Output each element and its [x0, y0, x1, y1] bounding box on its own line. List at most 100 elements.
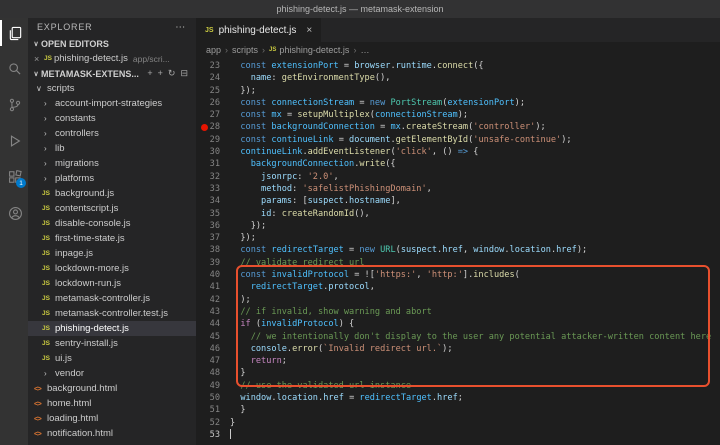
line-number[interactable]: 45	[196, 331, 230, 343]
more-actions-icon[interactable]: ⋯	[175, 22, 186, 33]
line-number[interactable]: 47	[196, 355, 230, 367]
code-line[interactable]: 41 redirectTarget.protocol,	[196, 281, 720, 293]
line-number[interactable]: 44	[196, 318, 230, 330]
tree-item-migrations[interactable]: ›migrations	[28, 156, 196, 171]
code-line[interactable]: 35 id: createRandomId(),	[196, 208, 720, 220]
line-number[interactable]: 41	[196, 281, 230, 293]
open-editor-item[interactable]: × JS phishing-detect.js app/scri...	[28, 51, 196, 66]
line-number[interactable]: 43	[196, 306, 230, 318]
line-number[interactable]: 27	[196, 109, 230, 121]
breadcrumb-item[interactable]: app	[206, 45, 221, 55]
tree-item-lockdown-more.js[interactable]: JSlockdown-more.js	[28, 261, 196, 276]
line-number[interactable]: 28	[196, 121, 230, 133]
code-line[interactable]: 36 });	[196, 220, 720, 232]
line-number[interactable]: 24	[196, 72, 230, 84]
code-line[interactable]: 24 name: getEnvironmentType(),	[196, 72, 720, 84]
line-number[interactable]: 40	[196, 269, 230, 281]
line-number[interactable]: 49	[196, 380, 230, 392]
line-number[interactable]: 32	[196, 171, 230, 183]
line-number[interactable]: 30	[196, 146, 230, 158]
tab-close-icon[interactable]: ×	[306, 25, 312, 36]
code-line[interactable]: 25 });	[196, 85, 720, 97]
new-folder-icon[interactable]: +	[158, 68, 163, 79]
code-line[interactable]: 52}	[196, 417, 720, 429]
tree-item-account-import-strategies[interactable]: ›account-import-strategies	[28, 96, 196, 111]
line-number[interactable]: 29	[196, 134, 230, 146]
line-number[interactable]: 38	[196, 244, 230, 256]
line-number[interactable]: 35	[196, 208, 230, 220]
breadcrumb-item[interactable]: JSphishing-detect.js	[269, 45, 349, 55]
code-line[interactable]: 34 params: [suspect.hostname],	[196, 195, 720, 207]
refresh-icon[interactable]: ↻	[168, 68, 176, 79]
line-number[interactable]: 50	[196, 392, 230, 404]
code-line[interactable]: 51 }	[196, 404, 720, 416]
activity-search[interactable]	[0, 56, 28, 82]
tree-item-first-time-state.js[interactable]: JSfirst-time-state.js	[28, 231, 196, 246]
tree-item-background.html[interactable]: <>background.html	[28, 381, 196, 396]
tree-item-controllers[interactable]: ›controllers	[28, 126, 196, 141]
code-line[interactable]: 47 return;	[196, 355, 720, 367]
line-number[interactable]: 46	[196, 343, 230, 355]
code-line[interactable]: 31 backgroundConnection.write({	[196, 158, 720, 170]
code-line[interactable]: 30 continueLink.addEventListener('click'…	[196, 146, 720, 158]
close-icon[interactable]: ×	[34, 54, 44, 64]
activity-extensions[interactable]: 1	[0, 164, 28, 190]
tab-phishing-detect[interactable]: JS phishing-detect.js ×	[196, 18, 321, 42]
tree-item-vendor[interactable]: ›vendor	[28, 366, 196, 381]
code-line[interactable]: 48 }	[196, 367, 720, 379]
line-number[interactable]: 33	[196, 183, 230, 195]
line-number[interactable]: 26	[196, 97, 230, 109]
tree-item-inpage.js[interactable]: JSinpage.js	[28, 246, 196, 261]
code-line[interactable]: 44 if (invalidProtocol) {	[196, 318, 720, 330]
line-number[interactable]: 31	[196, 158, 230, 170]
code-line[interactable]: 39 // validate redirect url	[196, 257, 720, 269]
tree-item-lib[interactable]: ›lib	[28, 141, 196, 156]
collapse-all-icon[interactable]: ⊟	[180, 68, 188, 79]
tree-item-scripts[interactable]: ∨scripts	[28, 81, 196, 96]
workspace-header[interactable]: ∨ METAMASK-EXTENS... + + ↻ ⊟	[28, 66, 196, 81]
tree-item-home.html[interactable]: <>home.html	[28, 396, 196, 411]
code-line[interactable]: 29 const continueLink = document.getElem…	[196, 134, 720, 146]
line-number[interactable]: 36	[196, 220, 230, 232]
tree-item-platforms[interactable]: ›platforms	[28, 171, 196, 186]
new-file-icon[interactable]: +	[147, 68, 152, 79]
tree-item-phishing-detect.js[interactable]: JSphishing-detect.js	[28, 321, 196, 336]
code-line[interactable]: 37 });	[196, 232, 720, 244]
tree-item-background.js[interactable]: JSbackground.js	[28, 186, 196, 201]
tree-item-loading.html[interactable]: <>loading.html	[28, 411, 196, 426]
line-number[interactable]: 23	[196, 60, 230, 72]
code-line[interactable]: 23 const extensionPort = browser.runtime…	[196, 60, 720, 72]
code-line[interactable]: 38 const redirectTarget = new URL(suspec…	[196, 244, 720, 256]
breadcrumb-item[interactable]: scripts	[232, 45, 258, 55]
code-line[interactable]: 33 method: 'safelistPhishingDomain',	[196, 183, 720, 195]
tree-item-constants[interactable]: ›constants	[28, 111, 196, 126]
breakpoint-dot[interactable]	[201, 124, 208, 131]
code-line[interactable]: 42 );	[196, 294, 720, 306]
tree-item-notification.html[interactable]: <>notification.html	[28, 426, 196, 441]
code-line[interactable]: 40 const invalidProtocol = !['https:', '…	[196, 269, 720, 281]
breadcrumb-item[interactable]: …	[360, 45, 369, 55]
line-number[interactable]: 51	[196, 404, 230, 416]
code-line[interactable]: 45 // we intentionally don't display to …	[196, 331, 720, 343]
activity-run-debug[interactable]	[0, 128, 28, 154]
activity-explorer[interactable]	[0, 20, 28, 46]
tree-item-contentscript.js[interactable]: JScontentscript.js	[28, 201, 196, 216]
activity-accounts[interactable]	[0, 200, 28, 226]
tree-item-lockdown-run.js[interactable]: JSlockdown-run.js	[28, 276, 196, 291]
code-line[interactable]: 53	[196, 429, 720, 441]
code-line[interactable]: 28 const backgroundConnection = mx.creat…	[196, 121, 720, 133]
code-line[interactable]: 50 window.location.href = redirectTarget…	[196, 392, 720, 404]
line-number[interactable]: 39	[196, 257, 230, 269]
tree-item-ui.js[interactable]: JSui.js	[28, 351, 196, 366]
tree-item-metamask-controller.js[interactable]: JSmetamask-controller.js	[28, 291, 196, 306]
tree-item-sentry-install.js[interactable]: JSsentry-install.js	[28, 336, 196, 351]
code-line[interactable]: 43 // if invalid, show warning and abort	[196, 306, 720, 318]
line-number[interactable]: 25	[196, 85, 230, 97]
line-number[interactable]: 48	[196, 367, 230, 379]
code-editor[interactable]: 23 const extensionPort = browser.runtime…	[196, 57, 720, 445]
code-line[interactable]: 32 jsonrpc: '2.0',	[196, 171, 720, 183]
open-editors-header[interactable]: ∨ OPEN EDITORS	[28, 36, 196, 51]
tree-item-metamask-controller.test.js[interactable]: JSmetamask-controller.test.js	[28, 306, 196, 321]
line-number[interactable]: 52	[196, 417, 230, 429]
line-number[interactable]: 34	[196, 195, 230, 207]
